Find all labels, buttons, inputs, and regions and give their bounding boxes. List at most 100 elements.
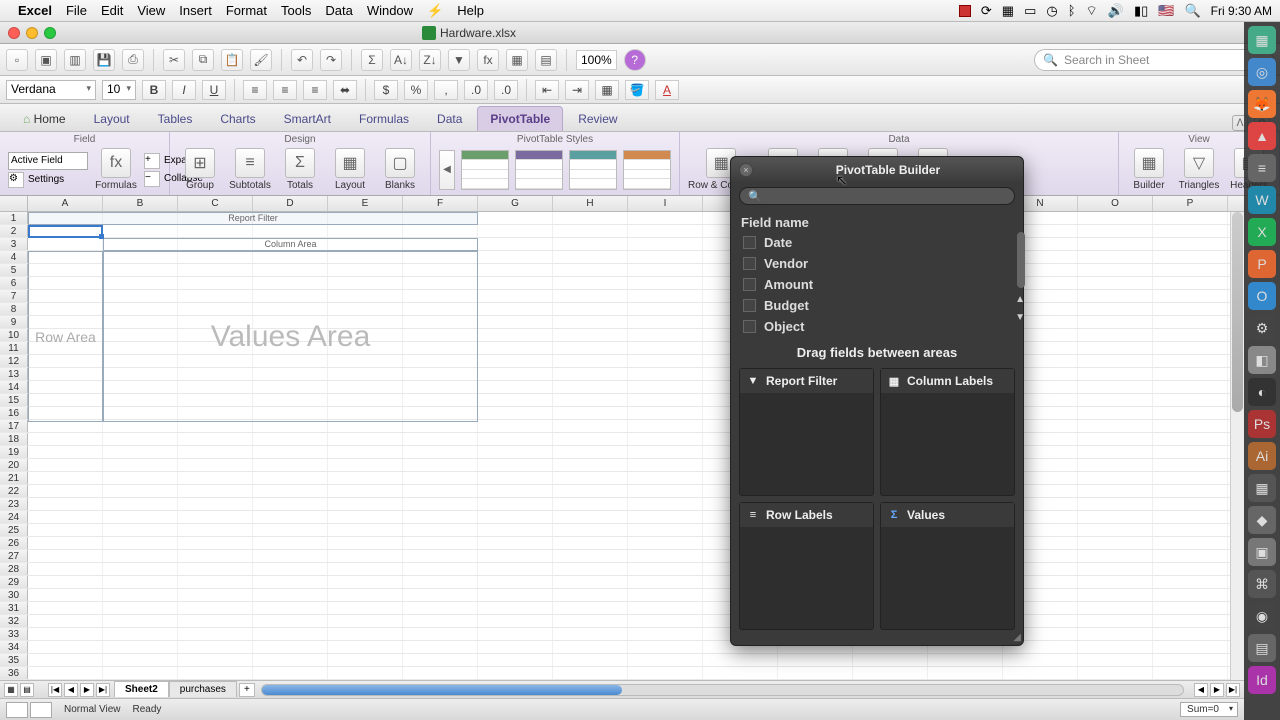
row-header[interactable]: 24 <box>0 511 28 523</box>
checkbox-icon[interactable] <box>743 257 756 270</box>
cell[interactable] <box>553 485 628 497</box>
cell[interactable] <box>328 537 403 549</box>
chart-button[interactable]: ▤ <box>535 49 557 71</box>
borders-button[interactable]: ▦ <box>595 80 619 100</box>
cell[interactable] <box>178 498 253 510</box>
cell[interactable] <box>178 459 253 471</box>
cell[interactable] <box>328 303 403 315</box>
cell[interactable] <box>178 667 253 679</box>
cell[interactable] <box>28 277 103 289</box>
cell[interactable] <box>403 420 478 432</box>
row-header[interactable]: 19 <box>0 446 28 458</box>
cell[interactable] <box>478 576 553 588</box>
copy-button[interactable]: ⧉ <box>192 49 214 71</box>
cell[interactable] <box>628 290 703 302</box>
cell[interactable] <box>478 537 553 549</box>
dock-app-icon[interactable]: 🦊 <box>1248 90 1276 118</box>
cell[interactable] <box>178 355 253 367</box>
cell[interactable] <box>1078 303 1153 315</box>
cell[interactable] <box>103 212 178 224</box>
cell[interactable] <box>1153 407 1228 419</box>
cell[interactable] <box>553 303 628 315</box>
column-labels-dropzone[interactable]: ▦Column Labels <box>880 368 1015 496</box>
menu-view[interactable]: View <box>137 3 165 18</box>
cell[interactable] <box>628 576 703 588</box>
clock[interactable]: Fri 9:30 AM <box>1211 4 1272 18</box>
cell[interactable] <box>403 654 478 666</box>
cell[interactable] <box>553 264 628 276</box>
new-button[interactable]: ▫ <box>6 49 28 71</box>
cell[interactable] <box>1078 225 1153 237</box>
cell[interactable] <box>1078 602 1153 614</box>
cell[interactable] <box>478 277 553 289</box>
cell[interactable] <box>253 654 328 666</box>
row-header[interactable]: 8 <box>0 303 28 315</box>
cell[interactable] <box>28 394 103 406</box>
cell[interactable] <box>928 667 1003 679</box>
cell[interactable] <box>1078 316 1153 328</box>
cell[interactable] <box>253 667 328 679</box>
cell[interactable] <box>178 303 253 315</box>
cell[interactable] <box>403 511 478 523</box>
cell[interactable] <box>628 641 703 653</box>
cell[interactable] <box>403 329 478 341</box>
row-header[interactable]: 2 <box>0 225 28 237</box>
cell[interactable] <box>628 394 703 406</box>
merge-button[interactable]: ⬌ <box>333 80 357 100</box>
cell[interactable] <box>28 251 103 263</box>
cell[interactable] <box>103 290 178 302</box>
row-header[interactable]: 25 <box>0 524 28 536</box>
cell[interactable] <box>1153 615 1228 627</box>
format-painter-button[interactable]: 🖌 <box>250 49 272 71</box>
cell[interactable] <box>1078 498 1153 510</box>
cell[interactable] <box>628 225 703 237</box>
horizontal-scrollbar[interactable] <box>261 684 1184 696</box>
cell[interactable] <box>703 667 778 679</box>
cell[interactable] <box>553 290 628 302</box>
cell[interactable] <box>178 511 253 523</box>
cell[interactable] <box>328 329 403 341</box>
cell[interactable] <box>403 459 478 471</box>
dock-app-icon[interactable]: Id <box>1248 666 1276 694</box>
cell[interactable] <box>103 537 178 549</box>
cell[interactable] <box>28 329 103 341</box>
cell[interactable] <box>28 524 103 536</box>
cell[interactable] <box>103 264 178 276</box>
cell[interactable] <box>628 368 703 380</box>
styles-prev-button[interactable]: ◀ <box>439 150 455 190</box>
cell[interactable] <box>28 303 103 315</box>
builder-button[interactable]: ▦Builder <box>1127 148 1171 191</box>
cell[interactable] <box>103 589 178 601</box>
spotlight-icon[interactable]: 🔍 <box>1184 3 1200 19</box>
cell[interactable] <box>28 498 103 510</box>
cell[interactable] <box>1003 667 1078 679</box>
cell[interactable] <box>103 277 178 289</box>
cell[interactable] <box>178 290 253 302</box>
cell[interactable] <box>628 277 703 289</box>
row-header[interactable]: 34 <box>0 641 28 653</box>
tab-charts[interactable]: Charts <box>207 106 268 131</box>
cell[interactable] <box>1153 563 1228 575</box>
open-button[interactable]: ▣ <box>35 49 57 71</box>
row-header[interactable]: 3 <box>0 238 28 250</box>
cell[interactable] <box>178 316 253 328</box>
cell[interactable] <box>253 589 328 601</box>
tab-first-button[interactable]: |◀ <box>48 683 62 697</box>
cell[interactable] <box>178 563 253 575</box>
cell[interactable] <box>853 667 928 679</box>
cell[interactable] <box>253 251 328 263</box>
cell[interactable] <box>1078 485 1153 497</box>
cell[interactable] <box>478 368 553 380</box>
cell[interactable] <box>328 277 403 289</box>
window-close-button[interactable] <box>8 27 20 39</box>
sheet-tab-sheet2[interactable]: Sheet2 <box>114 681 169 697</box>
cell[interactable] <box>403 251 478 263</box>
cell[interactable] <box>478 511 553 523</box>
cell[interactable] <box>1078 251 1153 263</box>
cell[interactable] <box>403 537 478 549</box>
tab-pivottable[interactable]: PivotTable <box>477 106 563 131</box>
cell[interactable] <box>103 381 178 393</box>
cell[interactable] <box>1003 654 1078 666</box>
tab-last-button[interactable]: ▶| <box>96 683 110 697</box>
cell[interactable] <box>28 472 103 484</box>
